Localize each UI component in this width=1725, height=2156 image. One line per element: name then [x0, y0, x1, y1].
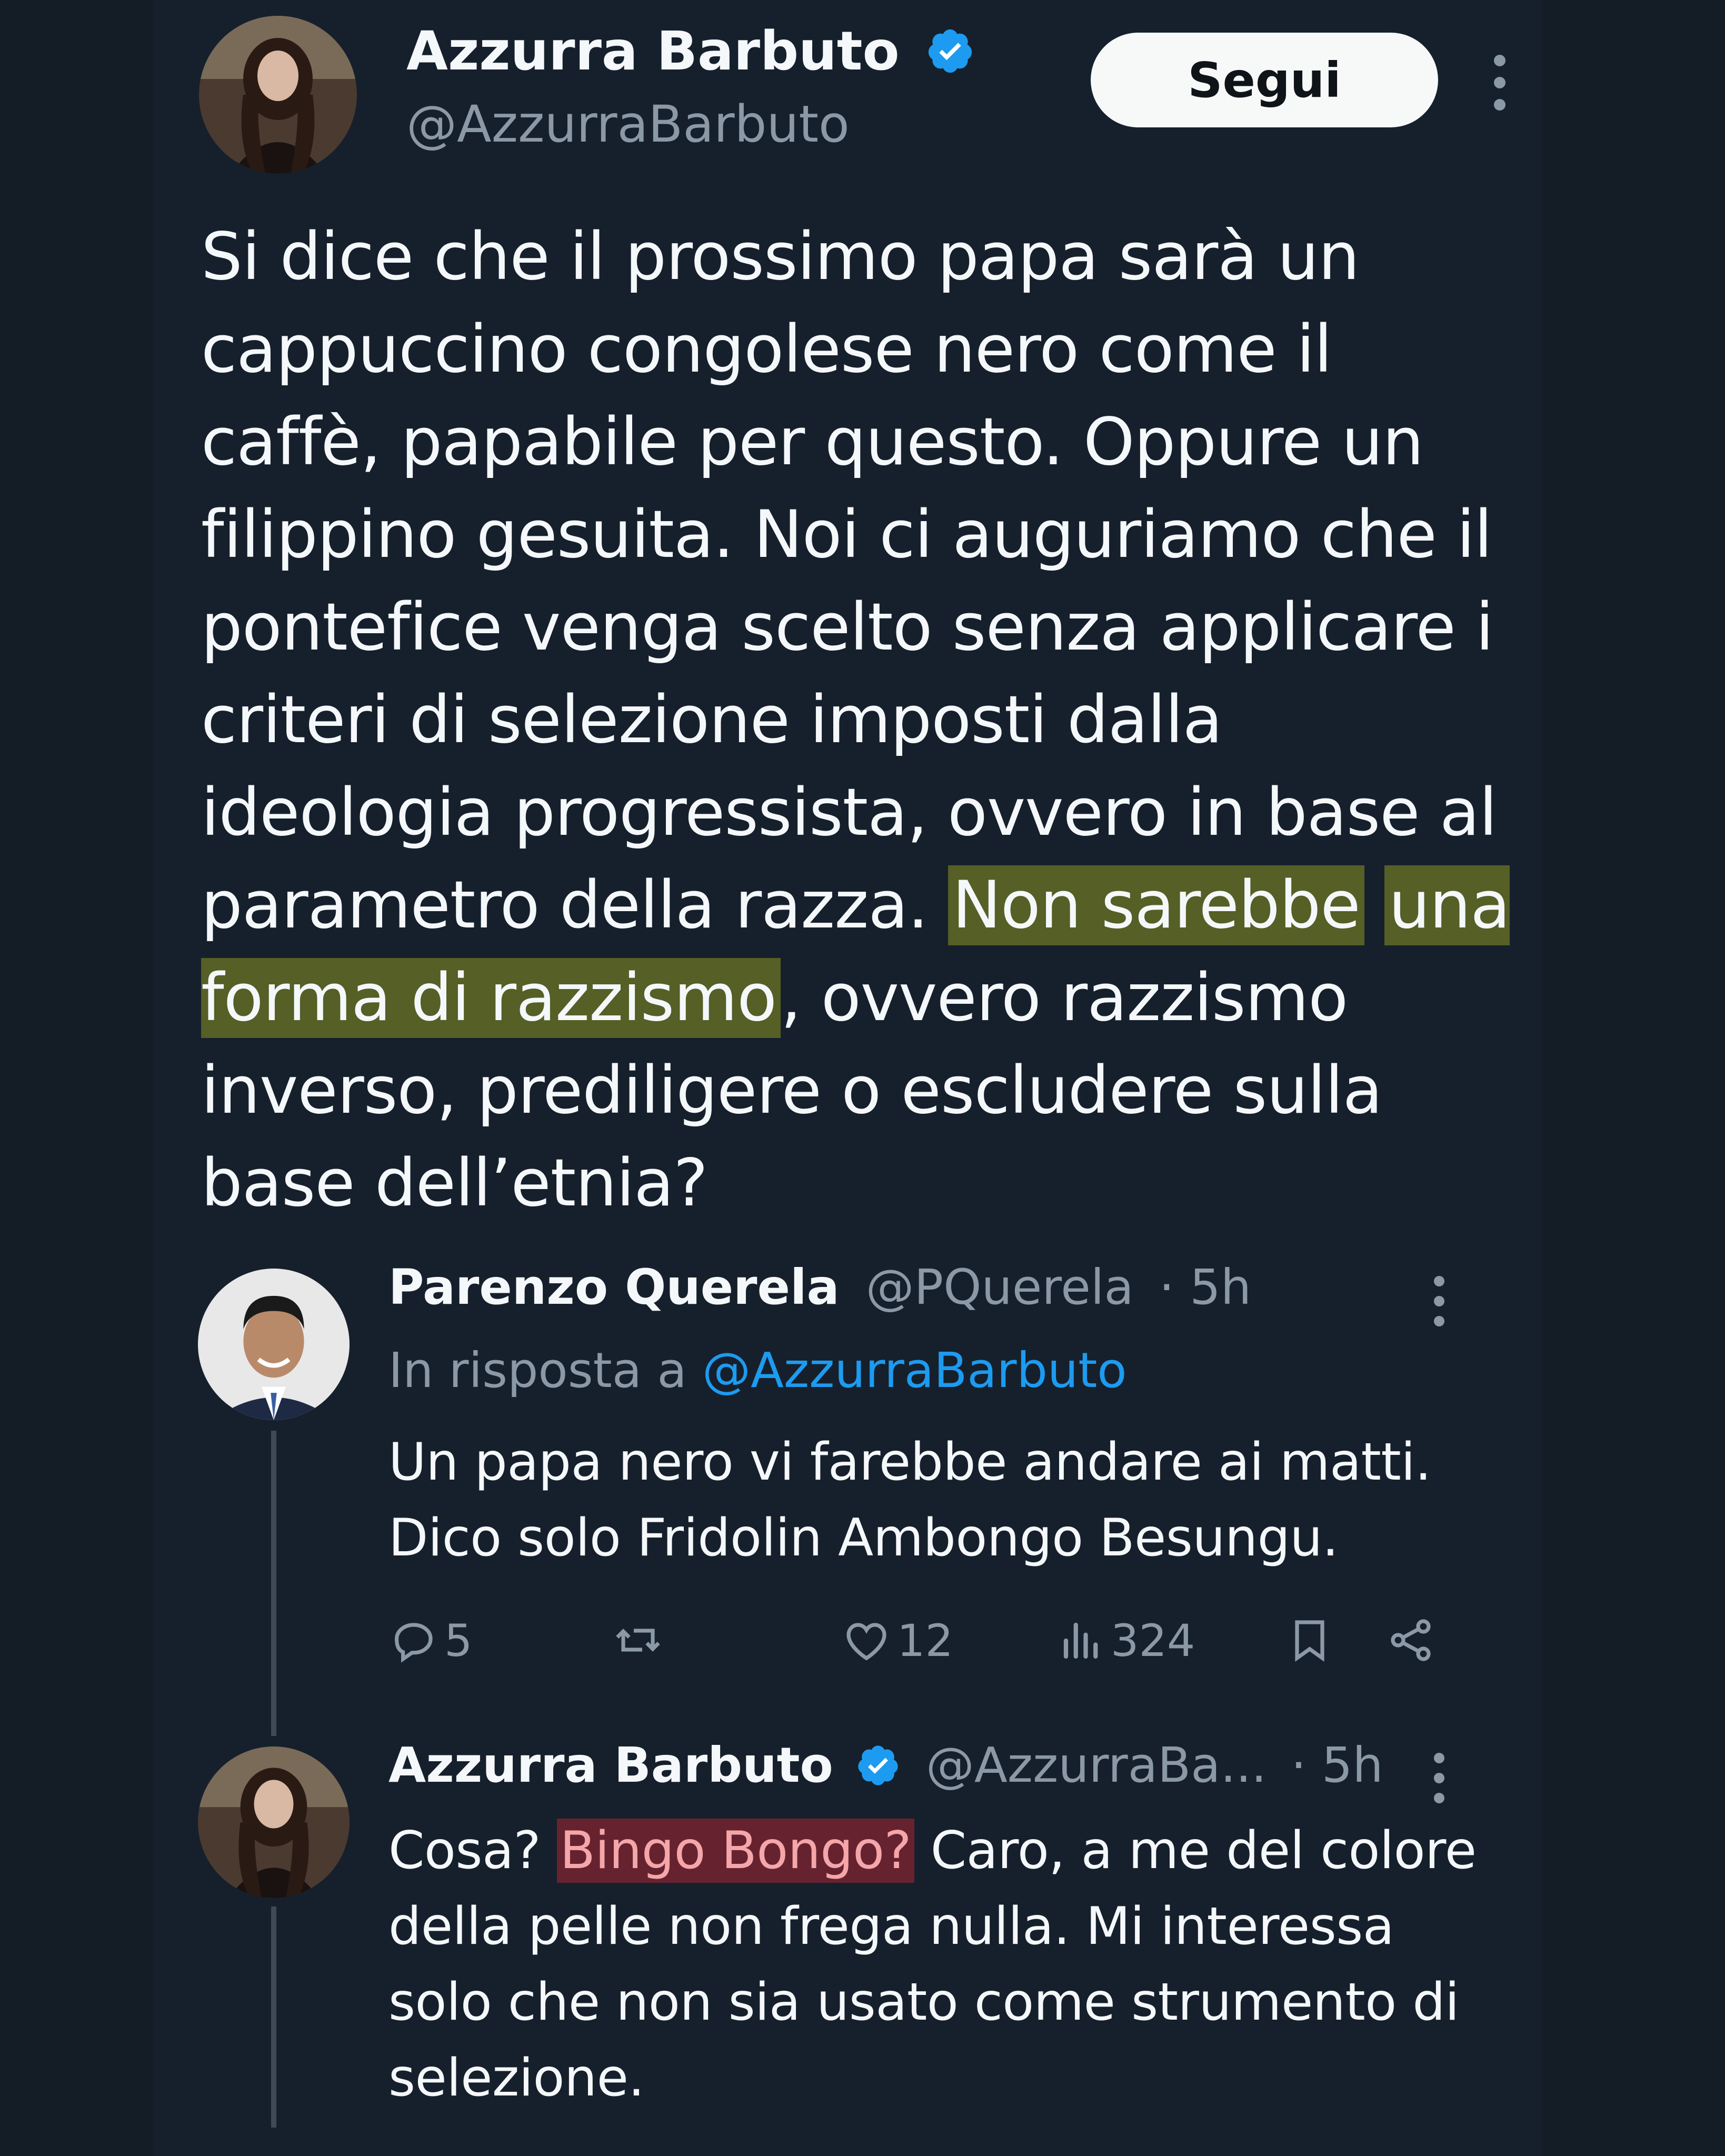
- follow-button[interactable]: Segui: [1091, 33, 1438, 127]
- tweet-text: Si dice che il prossimo papa sarà un cap…: [201, 211, 1528, 1230]
- views-count: 324: [1111, 1615, 1195, 1666]
- thread-line: [271, 1907, 276, 2128]
- more-options-icon[interactable]: [1494, 55, 1507, 111]
- tweet-text-part: Si dice che il prossimo papa sarà un cap…: [201, 219, 1497, 943]
- reply-timestamp[interactable]: · 5h: [1291, 1737, 1383, 1793]
- reply-to-line: In risposta a @AzzurraBarbuto: [388, 1342, 1127, 1399]
- reply-to-mention[interactable]: @AzzurraBarbuto: [702, 1342, 1127, 1399]
- more-options-icon[interactable]: [1434, 1753, 1445, 1803]
- bookmark-action[interactable]: [1284, 1615, 1335, 1665]
- retweet-action[interactable]: [611, 1615, 665, 1665]
- reply-icon[interactable]: [388, 1615, 439, 1666]
- views-icon[interactable]: [1058, 1615, 1105, 1666]
- highlighted-text: Bingo Bongo?: [556, 1819, 915, 1883]
- reply-author-name-text[interactable]: Parenzo Querela: [388, 1259, 840, 1315]
- author-name[interactable]: Azzurra Barbuto: [406, 20, 975, 83]
- reply-text: Un papa nero vi farebbe andare ai matti.…: [388, 1432, 1431, 1568]
- views-action[interactable]: 324: [1058, 1615, 1195, 1666]
- like-action[interactable]: 12: [841, 1615, 953, 1666]
- reply-author-avatar[interactable]: [198, 1746, 350, 1898]
- reply-author-name[interactable]: Azzurra Barbuto @AzzurraBa... · 5h: [388, 1737, 1383, 1793]
- reply-action[interactable]: 5: [388, 1615, 472, 1666]
- reply-timestamp[interactable]: · 5h: [1159, 1259, 1251, 1315]
- reply-author-name[interactable]: Parenzo Querela @PQuerela · 5h: [388, 1259, 1251, 1315]
- reply-author-avatar[interactable]: [198, 1269, 350, 1420]
- reply-text-part: Cosa?: [388, 1821, 557, 1881]
- verified-badge-icon: [858, 1745, 898, 1785]
- author-avatar[interactable]: [199, 16, 357, 174]
- like-count: 12: [897, 1615, 953, 1666]
- highlighted-text: Non sarebbe: [948, 865, 1364, 945]
- author-handle[interactable]: @AzzurraBarbuto: [406, 95, 850, 154]
- bookmark-icon[interactable]: [1284, 1615, 1335, 1665]
- reply-author-handle[interactable]: @PQuerela: [866, 1259, 1134, 1315]
- more-options-icon[interactable]: [1434, 1276, 1445, 1326]
- share-icon[interactable]: [1385, 1615, 1436, 1665]
- reply-text: Cosa? Bingo Bongo? Caro, a me del colore…: [388, 1813, 1483, 2116]
- author-name-text[interactable]: Azzurra Barbuto: [406, 20, 900, 83]
- retweet-icon[interactable]: [611, 1615, 665, 1665]
- share-action[interactable]: [1385, 1615, 1436, 1665]
- reply-to-prefix: In risposta a: [388, 1342, 687, 1399]
- reply-count: 5: [444, 1615, 473, 1666]
- thread-line: [271, 1431, 276, 1736]
- verified-badge-icon: [928, 29, 972, 73]
- reply-author-handle[interactable]: @AzzurraBa...: [926, 1737, 1267, 1793]
- reply-author-name-text[interactable]: Azzurra Barbuto: [388, 1737, 833, 1793]
- like-icon[interactable]: [841, 1615, 892, 1666]
